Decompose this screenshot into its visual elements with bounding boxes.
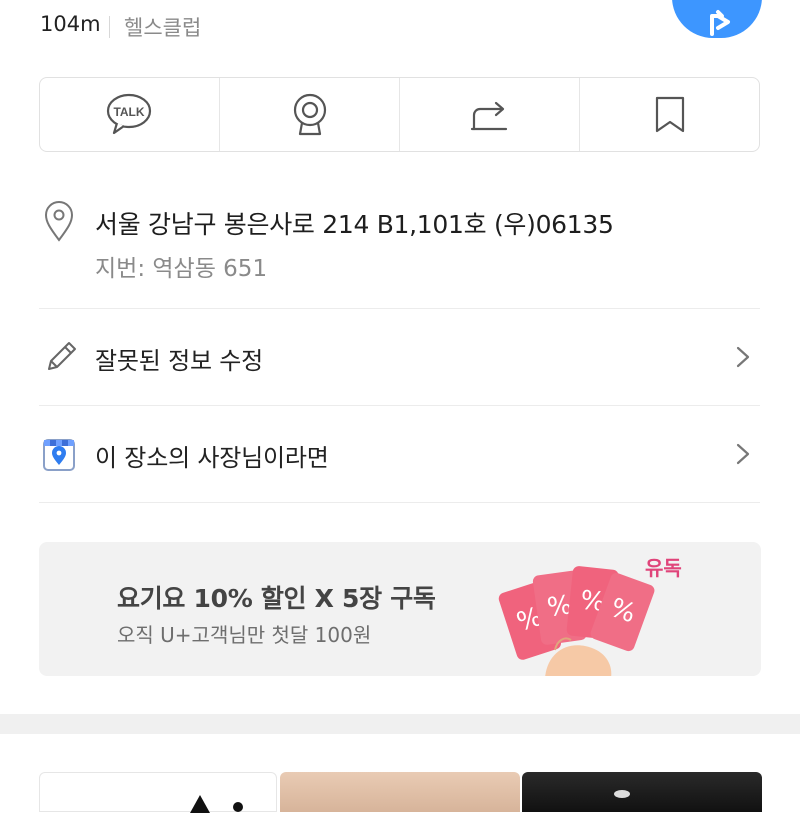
chevron-right-icon — [735, 345, 751, 373]
share-button[interactable] — [400, 78, 580, 151]
owner-label: 이 장소의 사장님이라면 — [95, 444, 329, 472]
promo-banner[interactable]: 요기요 10% 할인 X 5장 구독 오직 U+고객님만 첫달 100원 유독 … — [39, 542, 761, 676]
road-address: 서울 강남구 봉은사로 214 B1,101호 (우)06135 — [95, 210, 614, 239]
roadview-button[interactable] — [220, 78, 400, 151]
bookmark-icon — [655, 96, 684, 132]
chevron-right-icon — [735, 442, 751, 470]
divider — [39, 502, 760, 503]
coupon-cards-illustration: % % % % — [495, 554, 655, 676]
jibun-address: 지번: 역삼동 651 — [95, 256, 268, 282]
photo-thumbnail[interactable] — [39, 772, 277, 813]
owner-row[interactable]: 이 장소의 사장님이라면 — [39, 406, 760, 502]
edit-info-row[interactable]: 잘못된 정보 수정 — [39, 309, 760, 405]
edit-info-label: 잘못된 정보 수정 — [95, 347, 264, 375]
action-bar: TALK — [39, 77, 760, 152]
pencil-icon — [43, 339, 79, 379]
divider — [109, 16, 110, 38]
banner-title: 요기요 10% 할인 X 5장 구독 — [117, 584, 436, 613]
photo-thumbnail[interactable] — [280, 772, 520, 812]
bookmark-button[interactable] — [580, 78, 759, 151]
talk-icon: TALK — [106, 93, 151, 134]
roadview-icon — [293, 93, 326, 135]
logo-image — [190, 795, 243, 813]
category-label: 헬스클럽 — [124, 16, 202, 40]
photo-thumbnail[interactable] — [522, 772, 762, 812]
banner-subtitle: 오직 U+고객님만 첫달 100원 — [117, 623, 372, 647]
share-icon — [470, 101, 507, 130]
section-divider — [0, 714, 800, 734]
distance-label: 104m — [40, 12, 101, 36]
gym-photo-image — [614, 790, 630, 798]
talk-icon-text: TALK — [113, 105, 144, 119]
store-pin-icon — [41, 434, 79, 478]
location-pin-icon — [42, 200, 76, 246]
directions-icon — [710, 10, 730, 36]
directions-button[interactable] — [672, 0, 762, 38]
kakaotalk-share-button[interactable]: TALK — [40, 78, 220, 151]
